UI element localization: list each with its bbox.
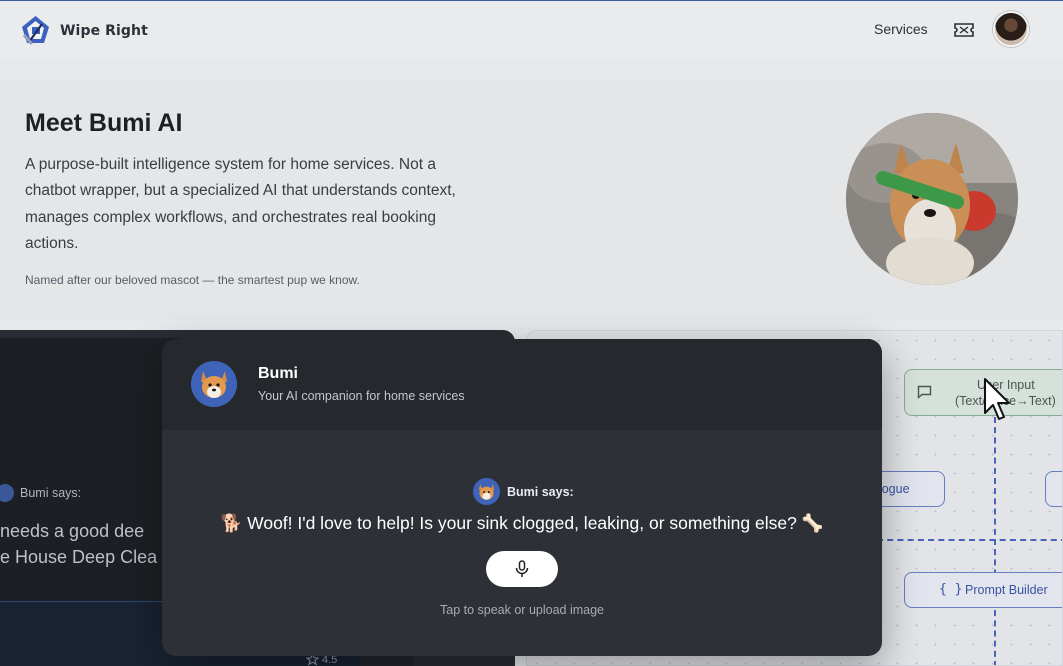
bumi-says-label: Bumi says: [507,484,574,499]
microphone-button[interactable] [486,551,558,587]
brand-name: Wipe Right [60,22,148,39]
modal-subtitle: Your AI companion for home services [258,389,465,403]
braces-icon: { } [939,582,963,597]
demo-bumi-says: Bumi says: [0,484,81,502]
bumi-message: 🐕 Woof! I'd love to help! Is your sink c… [220,513,824,533]
user-avatar[interactable] [993,11,1029,47]
mascot-photo [846,113,1018,285]
brand-link[interactable]: Wipe Right [20,15,148,46]
node-user-input-detail: (Text/Voice→Text) [955,394,1056,408]
flow-connector-vertical [994,417,996,665]
node-user-input[interactable]: User Input (Text/Voice→Text) [904,369,1062,416]
bumi-avatar [0,484,14,502]
node-partial-right[interactable] [1045,471,1062,507]
bumi-avatar [191,361,237,407]
mic-hint: Tap to speak or upload image [440,603,604,617]
bumi-voice-modal: Bumi Your AI companion for home services… [162,339,882,656]
bumi-says-row: Bumi says: [473,478,574,505]
chat-bubble-icon [917,385,932,399]
wipe-right-logo-icon [20,15,51,46]
hero-mascot-note: Named after our beloved mascot — the sma… [25,273,360,287]
modal-title: Bumi [258,365,298,382]
demo-message-line: needs a good dee [0,521,145,541]
node-user-input-title: User Input [977,378,1035,392]
hero-title: Meet Bumi AI [25,109,183,137]
flow-connector-horizontal [877,539,1062,541]
bumi-small-avatar [473,478,500,505]
ticket-icon[interactable] [953,22,975,38]
demo-says-label: Bumi says: [20,486,82,500]
microphone-icon [515,560,529,577]
modal-header: Bumi Your AI companion for home services [162,339,882,430]
demo-service-line: e House Deep Clea [0,547,158,567]
hero-description: A purpose-built intelligence system for … [25,156,456,252]
node-prompt-builder-label: Prompt Builder [965,583,1048,597]
nav-services-link[interactable]: Services [874,21,928,37]
node-prompt-builder[interactable]: { } Prompt Builder [904,572,1062,608]
top-navbar: Wipe Right Services [0,0,1063,58]
